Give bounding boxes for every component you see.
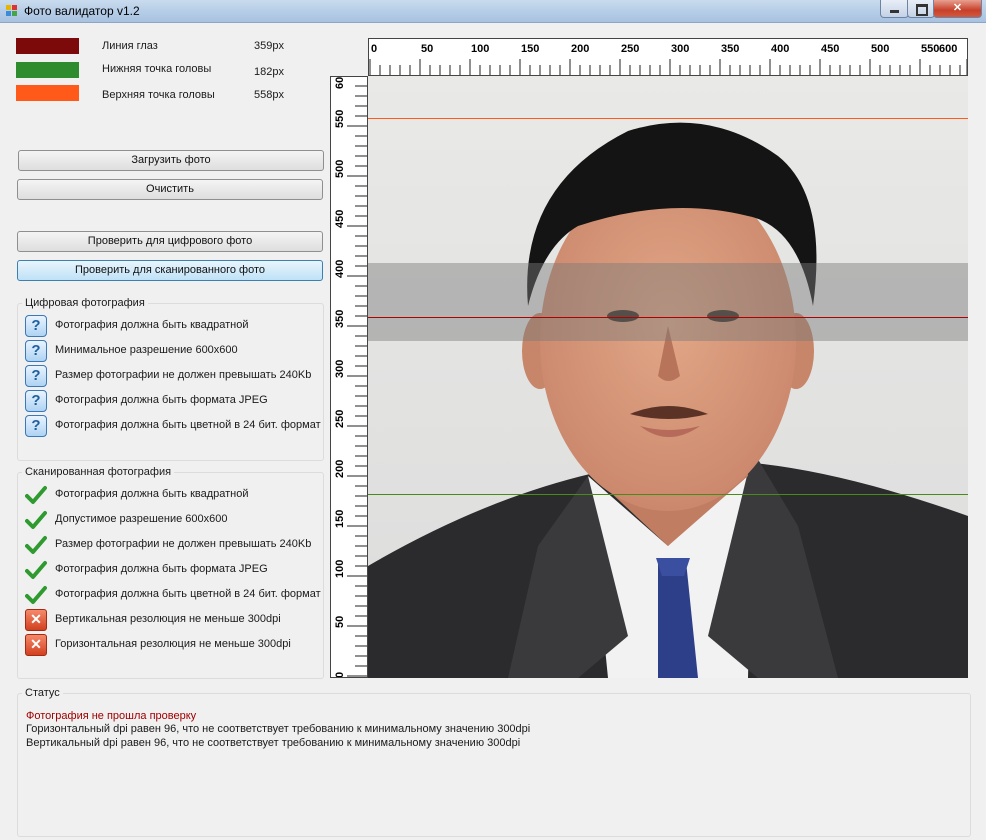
ruler-label: 400 [334, 260, 346, 278]
vertical-ruler: 600 550 500 450 400 350 300 250 200 150 100 50 0 [330, 76, 368, 678]
head-top-swatch [16, 85, 79, 101]
ruler-label: 250 [334, 410, 346, 428]
app-window: Фото валидатор v1.2 ✕ Линия глаз 359px Н… [0, 0, 986, 840]
minimize-icon [890, 10, 899, 13]
check-icon [25, 586, 47, 604]
horizontal-ruler: 0 50 100 150 200 250 300 350 400 450 500 550 600 [368, 38, 968, 76]
close-button[interactable]: ✕ [933, 0, 982, 18]
ruler-label: 50 [334, 616, 346, 628]
head-bottom-value: 182px [254, 66, 284, 78]
eye-line-swatch [16, 38, 79, 54]
question-icon: ? [25, 340, 47, 362]
close-icon: ✕ [952, 2, 963, 14]
maximize-icon [916, 4, 928, 16]
ruler-label: 300 [334, 360, 346, 378]
eye-line-value: 359px [254, 40, 284, 52]
load-photo-button[interactable]: Загрузить фото [18, 150, 324, 171]
ruler-label: 600 [334, 77, 346, 89]
ruler-label: 300 [671, 43, 689, 55]
error-icon: ✕ [25, 634, 47, 656]
ruler-label: 250 [621, 43, 639, 55]
check-digital-button[interactable]: Проверить для цифрового фото [17, 231, 323, 252]
ruler-label: 450 [334, 210, 346, 228]
photo-canvas[interactable] [368, 76, 968, 678]
status-title: Статус [22, 687, 63, 699]
ruler-label: 150 [521, 43, 539, 55]
check-icon [25, 536, 47, 554]
ruler-corner [330, 38, 368, 76]
ruler-label: 400 [771, 43, 789, 55]
status-line: Фотография не прошла проверку [26, 710, 197, 722]
minimize-button[interactable] [880, 0, 909, 18]
question-icon: ? [25, 315, 47, 337]
eye-line-label: Линия глаз [102, 40, 158, 52]
window-title: Фото валидатор v1.2 [24, 4, 140, 18]
question-icon: ? [25, 365, 47, 387]
horizontal-ruler-ticks: 0 50 100 150 200 250 300 350 400 450 500 550 600 [369, 43, 967, 75]
status-line: Горизонтальный dpi равен 96, что не соот… [26, 723, 531, 735]
check-icon [25, 486, 47, 504]
digital-check-item: ? Фотография должна быть цветной в 24 би… [25, 415, 322, 437]
portrait-photo [368, 76, 968, 678]
ruler-label: 0 [371, 43, 377, 55]
ruler-label: 550 [334, 110, 346, 128]
ruler-label: 150 [334, 510, 346, 528]
head-bottom-label: Нижняя точка головы [102, 63, 212, 75]
ruler-label: 600 [939, 43, 957, 55]
ruler-label: 100 [334, 560, 346, 578]
ruler-label: 50 [421, 43, 433, 55]
error-icon: ✕ [25, 609, 47, 631]
digital-group-title: Цифровая фотография [22, 297, 148, 309]
title-bar[interactable]: Фото валидатор v1.2 ✕ [0, 0, 986, 23]
ruler-label: 100 [471, 43, 489, 55]
check-icon [25, 561, 47, 579]
status-line: Вертикальный dpi равен 96, что не соотве… [26, 737, 521, 749]
ruler-label: 350 [334, 310, 346, 328]
clear-button[interactable]: Очистить [17, 179, 323, 200]
ruler-label: 550 [921, 43, 939, 55]
ruler-label: 200 [334, 460, 346, 478]
question-icon: ? [25, 390, 47, 412]
app-icon [6, 5, 18, 17]
check-icon [25, 511, 47, 529]
scanned-group-title: Сканированная фотография [22, 466, 175, 478]
ruler-label: 500 [334, 160, 346, 178]
check-scanned-button[interactable]: Проверить для сканированного фото [17, 260, 323, 281]
scanned-check-item: Фотография должна быть цветной в 24 бит.… [25, 584, 322, 606]
head-top-label: Верхняя точка головы [102, 89, 215, 101]
head-bottom-swatch [16, 62, 79, 78]
ruler-label: 200 [571, 43, 589, 55]
ruler-label: 350 [721, 43, 739, 55]
vertical-ruler-ticks: 600550500450400350300250200150100500 [334, 77, 367, 677]
ruler-label: 500 [871, 43, 889, 55]
maximize-button[interactable] [907, 0, 935, 18]
ruler-label: 450 [821, 43, 839, 55]
head-top-value: 558px [254, 89, 284, 101]
ruler-label: 0 [334, 672, 346, 677]
question-icon: ? [25, 415, 47, 437]
